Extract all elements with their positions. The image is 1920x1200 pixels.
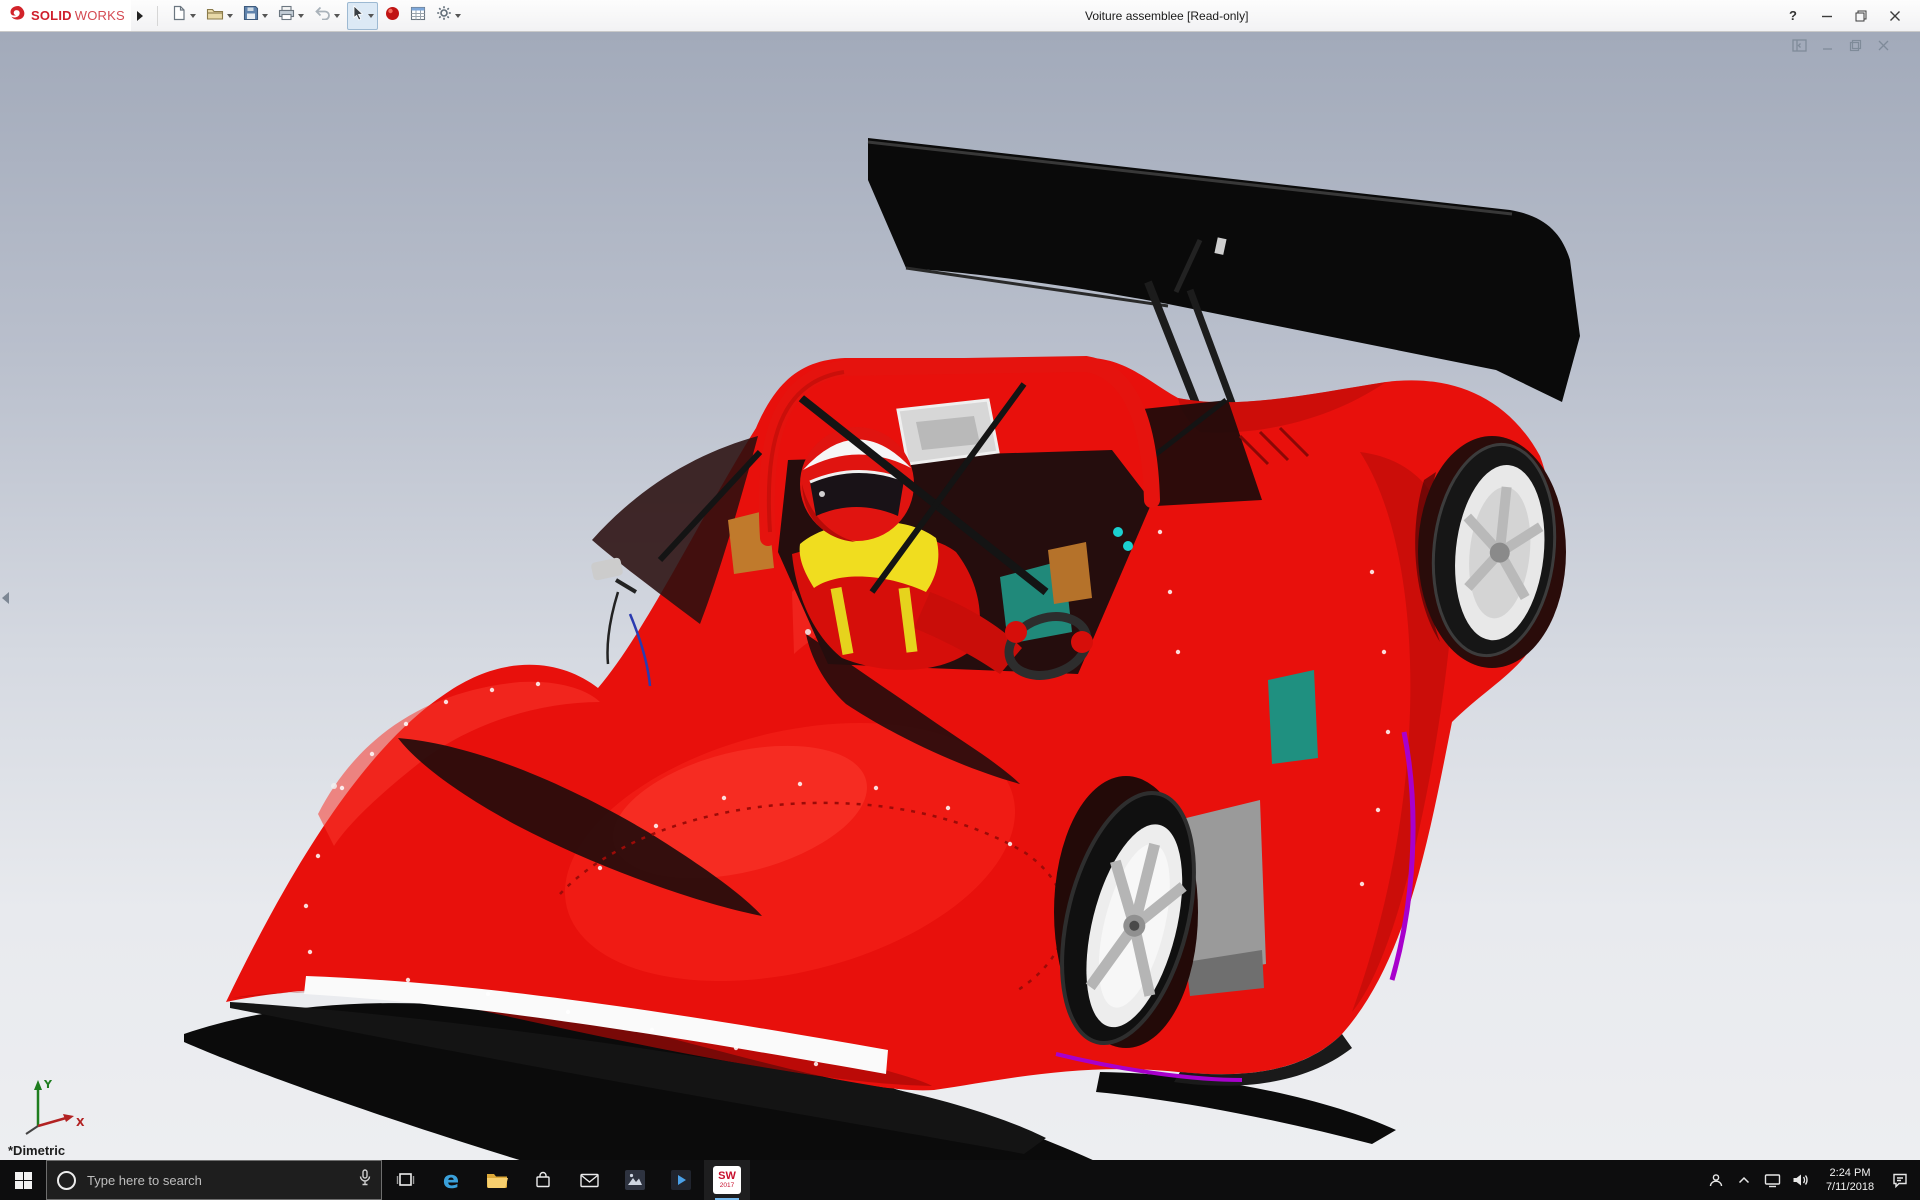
taskbar-item-store[interactable] xyxy=(520,1160,566,1200)
windows-start-icon xyxy=(14,1171,32,1189)
window-controls: ? xyxy=(1778,4,1920,28)
minimize-icon xyxy=(1822,47,1832,50)
cortana-circle-icon xyxy=(57,1170,76,1190)
pane-left-button[interactable] xyxy=(1790,37,1808,53)
help-button[interactable]: ? xyxy=(1778,4,1808,28)
taskbar-clock[interactable]: 2:24 PM 7/11/2018 xyxy=(1814,1160,1886,1200)
taskbar-item-solidworks[interactable]: SW 2017 xyxy=(704,1160,750,1200)
open-button[interactable] xyxy=(203,3,236,29)
close-icon xyxy=(1890,10,1900,21)
view-orientation-label: *Dimetric xyxy=(8,1143,66,1158)
taskbar-item-mail[interactable] xyxy=(566,1160,612,1200)
movies-tv-icon xyxy=(671,1170,691,1190)
doc-minimize-button[interactable] xyxy=(1818,37,1836,53)
solidworks-app-icon: SW 2017 xyxy=(713,1166,741,1194)
orientation-triad-icon: Y X xyxy=(25,1078,85,1135)
network-icon xyxy=(1764,1173,1780,1187)
people-button[interactable] xyxy=(1702,1160,1730,1200)
open-icon xyxy=(206,6,224,26)
options-button[interactable] xyxy=(433,3,464,29)
task-view-icon xyxy=(396,1173,415,1186)
brand-works-text: WORKS xyxy=(74,8,125,23)
chevron-down-icon[interactable] xyxy=(454,13,461,18)
new-document-icon xyxy=(171,5,187,26)
select-tool-button[interactable] xyxy=(346,1,378,30)
svg-text:Y: Y xyxy=(43,1078,53,1091)
clock-time: 2:24 PM xyxy=(1829,1166,1871,1179)
print-icon xyxy=(278,5,295,26)
close-window-icon xyxy=(1878,40,1888,50)
minimize-button[interactable] xyxy=(1812,4,1842,28)
volume-button[interactable] xyxy=(1786,1160,1814,1200)
chevron-down-icon[interactable] xyxy=(189,13,196,18)
rear-right-wheel[interactable] xyxy=(1418,436,1566,668)
search-input[interactable] xyxy=(85,1171,350,1189)
people-icon xyxy=(1709,1174,1723,1187)
chevron-down-icon[interactable] xyxy=(261,13,268,18)
help-icon: ? xyxy=(1789,8,1797,23)
taskbar-item-file-explorer[interactable] xyxy=(474,1160,520,1200)
taskbar-search[interactable] xyxy=(46,1160,382,1200)
taskbar: e SW 2017 xyxy=(0,1160,1920,1200)
edge-icon: e xyxy=(442,1166,460,1194)
taskbar-item-photos[interactable] xyxy=(612,1160,658,1200)
task-view-button[interactable] xyxy=(382,1160,428,1200)
show-hidden-icons-button[interactable] xyxy=(1730,1160,1758,1200)
menu-flyout-arrow[interactable] xyxy=(136,10,143,21)
design-table-button[interactable] xyxy=(407,3,429,29)
restore-window-icon xyxy=(1849,39,1861,51)
brand-solid-text: SOLID xyxy=(31,8,72,23)
taskbar-item-movies-tv[interactable] xyxy=(658,1160,704,1200)
toolbar-separator xyxy=(156,5,158,26)
volume-icon xyxy=(1793,1174,1808,1186)
undo-icon xyxy=(314,6,331,25)
microphone-icon[interactable] xyxy=(359,1169,371,1191)
save-button[interactable] xyxy=(240,3,271,29)
chevron-down-icon[interactable] xyxy=(226,13,233,18)
chevron-down-icon[interactable] xyxy=(333,13,340,18)
design-table-icon xyxy=(410,6,426,26)
svg-text:X: X xyxy=(76,1116,85,1129)
network-button[interactable] xyxy=(1758,1160,1786,1200)
solidworks-logo: SOLID WORKS xyxy=(0,0,131,31)
doc-restore-button[interactable] xyxy=(1846,37,1864,53)
ds-swirl-logo xyxy=(8,5,28,26)
undo-button[interactable] xyxy=(311,3,343,29)
select-cursor-icon xyxy=(351,5,365,26)
restore-button[interactable] xyxy=(1846,4,1876,28)
system-tray: 2:24 PM 7/11/2018 xyxy=(1702,1160,1920,1200)
action-center-icon xyxy=(1893,1173,1907,1188)
graphics-viewport[interactable]: Y X *Dimetric xyxy=(0,32,1920,1160)
close-button[interactable] xyxy=(1880,4,1910,28)
print-button[interactable] xyxy=(275,3,307,29)
chevron-up-icon xyxy=(1738,1176,1750,1184)
window-title: Voiture assemblee [Read-only] xyxy=(1085,9,1249,23)
chevron-down-icon[interactable] xyxy=(367,13,374,18)
chevron-down-icon[interactable] xyxy=(297,13,304,18)
clock-date: 7/11/2018 xyxy=(1825,1181,1875,1193)
action-center-button[interactable] xyxy=(1886,1160,1914,1200)
appearance-sphere-icon xyxy=(385,6,400,26)
titlebar: SOLID WORKS Voiture assemblee [Read-only… xyxy=(0,0,1920,32)
pane-left-icon xyxy=(1791,38,1807,52)
photos-icon xyxy=(625,1170,645,1190)
restore-icon xyxy=(1855,10,1867,21)
start-button[interactable] xyxy=(0,1160,46,1200)
store-icon xyxy=(536,1171,550,1188)
taskbar-item-edge[interactable]: e xyxy=(428,1160,474,1200)
3d-model-race-car[interactable] xyxy=(0,32,1920,1160)
file-explorer-icon xyxy=(487,1174,508,1189)
document-window-controls xyxy=(1790,37,1892,53)
screen: SOLID WORKS Voiture assemblee [Read-only… xyxy=(0,0,1920,1200)
save-icon xyxy=(243,5,259,26)
collapse-panel-arrow-icon[interactable] xyxy=(2,592,9,604)
options-gear-icon xyxy=(436,5,452,26)
new-document-button[interactable] xyxy=(168,3,199,29)
mail-icon xyxy=(579,1173,599,1187)
doc-close-button[interactable] xyxy=(1874,37,1892,53)
minimize-icon xyxy=(1822,15,1832,17)
appearance-button[interactable] xyxy=(382,3,403,29)
